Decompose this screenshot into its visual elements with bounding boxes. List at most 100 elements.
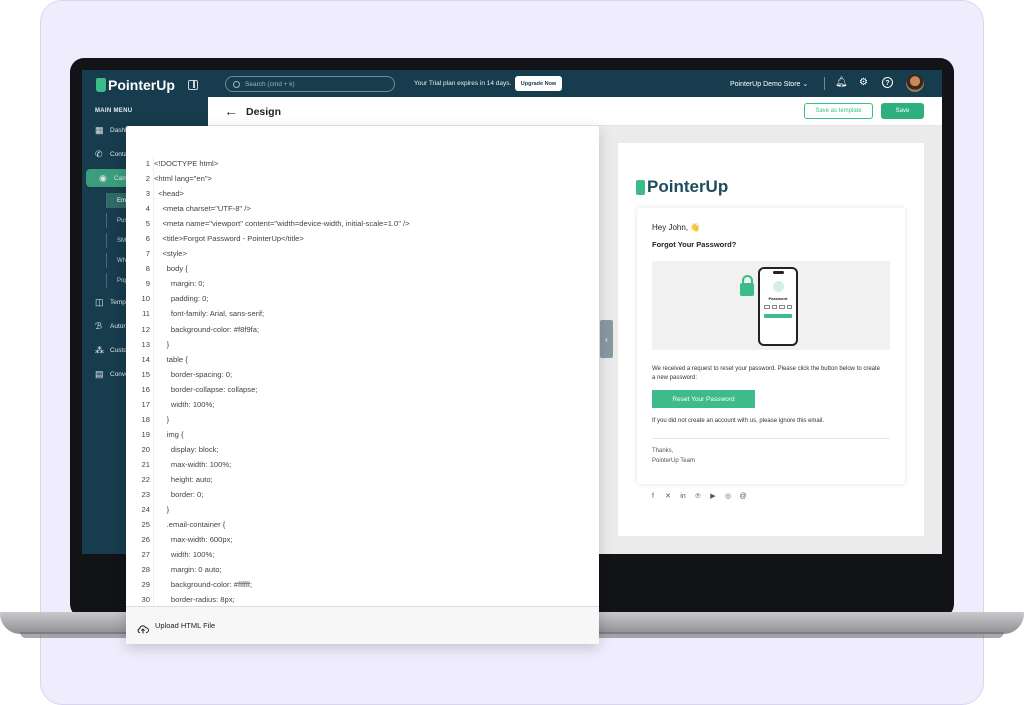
line-number: 25: [141, 520, 150, 530]
code-area[interactable]: 1 <!DOCTYPE html> 2 <html lang="en"> 3 <head…: [126, 156, 599, 606]
phone-pin-boxes: [764, 305, 792, 309]
pinterest-icon[interactable]: ℗: [694, 493, 702, 501]
email-signoff: Thanks, PointerUp Team: [652, 446, 695, 466]
grid-icon: ▦: [95, 124, 104, 135]
line-number: 13: [141, 339, 150, 349]
cloud-upload-icon[interactable]: [137, 621, 149, 633]
code-line[interactable]: 25 .email-container {: [126, 517, 599, 532]
code-line[interactable]: 2 <html lang="en">: [126, 171, 599, 186]
linkedin-icon[interactable]: in: [679, 493, 687, 501]
code-text: border-spacing: 0;: [154, 369, 233, 379]
code-line[interactable]: 17 width: 100%;: [126, 397, 599, 412]
code-line[interactable]: 10 padding: 0;: [126, 291, 599, 306]
line-number: 9: [145, 279, 150, 289]
phone-illustration: Password: [758, 267, 798, 346]
code-text: border-collapse: collapse;: [154, 384, 258, 394]
line-number: 21: [141, 459, 150, 469]
bell-icon[interactable]: 🔔︎: [835, 77, 848, 88]
panel-toggle-button[interactable]: ‹: [600, 320, 613, 358]
code-text: background-color: #ffffff;: [154, 580, 253, 590]
code-text: height: auto;: [154, 475, 213, 484]
phone-notch: [773, 271, 784, 274]
chevron-left-icon: ‹: [605, 334, 608, 344]
code-line[interactable]: 29 background-color: #ffffff;: [126, 577, 599, 592]
email-heading: Forgot Your Password?: [652, 240, 737, 249]
line-number: 19: [141, 429, 150, 439]
code-text: }: [154, 414, 170, 424]
code-line[interactable]: 27 width: 100%;: [126, 547, 599, 562]
code-line[interactable]: 1 <!DOCTYPE html>: [126, 156, 599, 171]
code-text: padding: 0;: [154, 294, 209, 304]
line-number: 1: [145, 159, 150, 169]
code-line[interactable]: 23 border: 0;: [126, 487, 599, 502]
code-text: margin: 0 auto;: [154, 565, 222, 575]
code-line[interactable]: 14 table {: [126, 352, 599, 367]
instagram-icon[interactable]: ◎: [724, 493, 732, 501]
code-text: <html lang="en">: [154, 174, 212, 184]
code-text: <!DOCTYPE html>: [154, 159, 219, 169]
code-text: body {: [154, 264, 188, 274]
line-number: 27: [141, 550, 150, 560]
code-line[interactable]: 16 border-collapse: collapse;: [126, 382, 599, 397]
code-text: img {: [154, 429, 184, 439]
help-icon[interactable]: ?: [882, 77, 893, 88]
back-arrow-icon[interactable]: ←: [224, 103, 238, 119]
x-icon[interactable]: ✕: [664, 493, 672, 501]
code-line[interactable]: 7 <style>: [126, 246, 599, 261]
phone-icon: ✆: [95, 148, 103, 159]
thanks-text: Thanks,: [652, 448, 674, 454]
code-line[interactable]: 13 }: [126, 337, 599, 352]
design-header: ← Design Save as template Save: [208, 97, 942, 126]
reset-password-button[interactable]: Reset Your Password: [652, 390, 755, 408]
facebook-icon[interactable]: f: [649, 493, 657, 501]
save-button[interactable]: Save: [881, 103, 924, 119]
line-number: 23: [141, 490, 150, 500]
app-logo[interactable]: PointerUp: [96, 77, 175, 93]
code-line[interactable]: 8 body {: [126, 261, 599, 276]
social-icons: f ✕ in ℗ ▶ ◎ @: [649, 493, 747, 501]
search-placeholder: Search (cmd + k): [245, 80, 295, 88]
upgrade-button[interactable]: Upgrade Now: [515, 76, 562, 91]
code-line[interactable]: 4 <meta charset="UTF-8" />: [126, 201, 599, 216]
store-selector[interactable]: PointerUp Demo Store ⌄: [730, 80, 808, 88]
avatar[interactable]: [906, 74, 924, 92]
sidebar-collapse-icon[interactable]: [188, 80, 198, 90]
code-line[interactable]: 22 height: auto;: [126, 472, 599, 487]
code-line[interactable]: 24 }: [126, 502, 599, 517]
email-ignore-text: If you did not create an account with us…: [652, 418, 825, 424]
gear-icon[interactable]: ⚙: [858, 77, 869, 88]
code-line[interactable]: 28 margin: 0 auto;: [126, 562, 599, 577]
code-line[interactable]: 30 border-radius: 8px;: [126, 592, 599, 606]
code-text: font-family: Arial, sans-serif;: [154, 309, 265, 319]
code-text: }: [154, 339, 170, 349]
html-code-editor: 1 <!DOCTYPE html> 2 <html lang="en"> 3 <head…: [126, 126, 599, 644]
youtube-icon[interactable]: ▶: [709, 493, 717, 501]
search-input[interactable]: Search (cmd + k): [225, 76, 395, 92]
password-illustration: Password: [652, 261, 890, 350]
code-line[interactable]: 19 img {: [126, 427, 599, 442]
code-line[interactable]: 21 max-width: 100%;: [126, 457, 599, 472]
code-line[interactable]: 6 <title>Forgot Password - PointerUp</ti…: [126, 231, 599, 246]
phone-avatar-circle: [773, 281, 784, 292]
logo-text: PointerUp: [108, 77, 175, 93]
upload-html-file-button[interactable]: Upload HTML File: [155, 621, 215, 630]
code-line[interactable]: 9 margin: 0;: [126, 276, 599, 291]
code-line[interactable]: 26 max-width: 600px;: [126, 532, 599, 547]
code-text: .email-container {: [154, 520, 226, 530]
code-text: width: 100%;: [154, 550, 215, 560]
search-icon: [233, 80, 240, 88]
code-line[interactable]: 18 }: [126, 412, 599, 427]
code-line[interactable]: 5 <meta name="viewport" content="width=d…: [126, 216, 599, 231]
line-number: 14: [141, 354, 150, 364]
line-number: 20: [141, 444, 150, 454]
code-line[interactable]: 3 <head>: [126, 186, 599, 201]
code-line[interactable]: 11 font-family: Arial, sans-serif;: [126, 306, 599, 321]
code-line[interactable]: 12 background-color: #f8f9fa;: [126, 322, 599, 337]
threads-icon[interactable]: @: [739, 493, 747, 501]
save-as-template-button[interactable]: Save as template: [804, 103, 873, 119]
code-line[interactable]: 20 display: block;: [126, 442, 599, 457]
code-text: border-radius: 8px;: [154, 595, 235, 605]
line-number: 28: [141, 565, 150, 575]
code-line[interactable]: 15 border-spacing: 0;: [126, 367, 599, 382]
email-greeting: Hey John, 👋: [652, 223, 701, 232]
